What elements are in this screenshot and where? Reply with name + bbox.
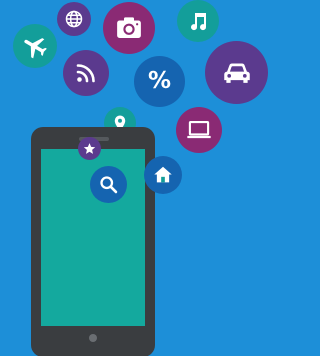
car-icon <box>205 41 268 104</box>
laptop-icon <box>176 107 222 153</box>
search-icon <box>90 166 127 203</box>
star-icon <box>78 137 101 160</box>
music-note-icon <box>177 0 219 42</box>
airplane-icon <box>13 24 57 68</box>
smartphone <box>31 127 155 356</box>
percent-symbol: % <box>147 68 172 94</box>
phone-home-button <box>89 334 97 342</box>
globe-icon <box>57 2 91 36</box>
illustration-scene: % <box>0 0 269 356</box>
camera-icon <box>103 2 155 54</box>
wifi-signal-icon <box>63 50 109 96</box>
home-icon <box>144 156 182 194</box>
percent-icon: % <box>134 56 185 107</box>
